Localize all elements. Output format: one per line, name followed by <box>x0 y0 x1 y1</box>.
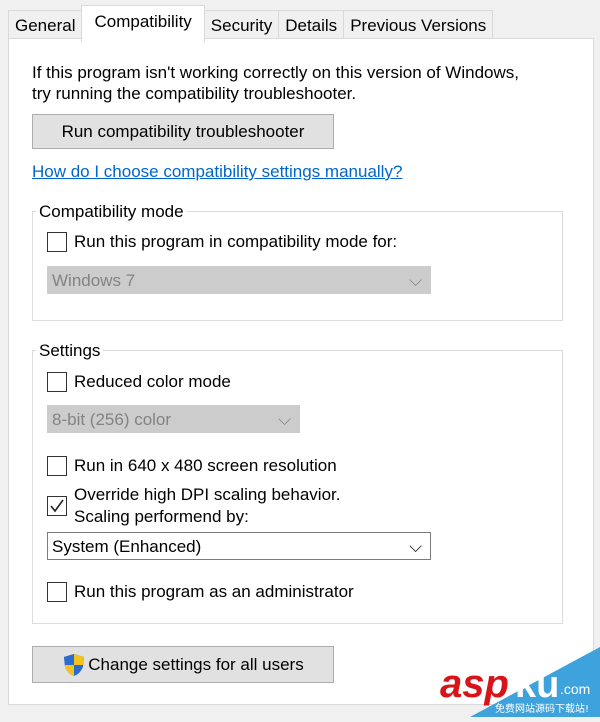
color-depth-select[interactable]: 8-bit (256) color ⌵ <box>47 405 300 433</box>
compatibility-mode-title: Compatibility mode <box>36 202 187 222</box>
select-value: 8-bit (256) color <box>52 410 172 429</box>
dpi-scaling-label: Scaling performend by: <box>74 507 249 526</box>
dpi-override-label: Override high DPI scaling behavior. <box>74 485 341 504</box>
tab-general[interactable]: General <box>8 10 83 40</box>
compatibility-mode-checkbox[interactable] <box>47 232 67 252</box>
chevron-down-icon: ⌵ <box>409 271 422 290</box>
svg-text:ku: ku <box>515 664 559 706</box>
change-settings-all-users-button[interactable]: Change settings for all users <box>32 646 334 683</box>
tab-bar: General Compatibility Security Details P… <box>8 5 494 42</box>
windows-version-select[interactable]: Windows 7 ⌵ <box>47 266 431 294</box>
svg-text:.com: .com <box>560 681 590 697</box>
dpi-scaling-select[interactable]: System (Enhanced) ⌵ <box>47 532 431 560</box>
watermark-logo: asp ku .com 免费网站源码下载站! <box>410 642 600 717</box>
intro-line-1: If this program isn't working correctly … <box>32 63 519 82</box>
resolution-label: Run in 640 x 480 screen resolution <box>74 456 337 475</box>
admin-checkbox[interactable] <box>47 582 67 602</box>
tab-security[interactable]: Security <box>203 10 280 40</box>
admin-label: Run this program as an administrator <box>74 582 354 601</box>
reduced-color-checkbox[interactable] <box>47 372 67 392</box>
compatibility-panel: If this program isn't working correctly … <box>8 38 594 705</box>
checkmark-icon <box>50 499 64 513</box>
svg-text:asp: asp <box>440 662 509 706</box>
compatibility-mode-label: Run this program in compatibility mode f… <box>74 232 398 251</box>
chevron-down-icon: ⌵ <box>409 537 422 556</box>
manual-settings-link[interactable]: How do I choose compatibility settings m… <box>32 162 402 182</box>
chevron-down-icon: ⌵ <box>278 410 291 429</box>
button-label: Change settings for all users <box>88 655 304 674</box>
intro-line-2: try running the compatibility troublesho… <box>32 84 357 103</box>
select-value: Windows 7 <box>52 271 136 290</box>
settings-title: Settings <box>36 341 104 361</box>
reduced-color-label: Reduced color mode <box>74 372 231 391</box>
tab-previous-versions[interactable]: Previous Versions <box>343 10 494 40</box>
dpi-override-checkbox[interactable] <box>47 496 67 516</box>
svg-text:免费网站源码下载站!: 免费网站源码下载站! <box>495 702 589 715</box>
tab-details[interactable]: Details <box>278 10 345 40</box>
uac-shield-icon <box>64 653 85 676</box>
select-value: System (Enhanced) <box>52 537 202 556</box>
resolution-checkbox[interactable] <box>47 456 67 476</box>
tab-compatibility[interactable]: Compatibility <box>81 5 205 42</box>
run-troubleshooter-button[interactable]: Run compatibility troubleshooter <box>32 114 334 149</box>
